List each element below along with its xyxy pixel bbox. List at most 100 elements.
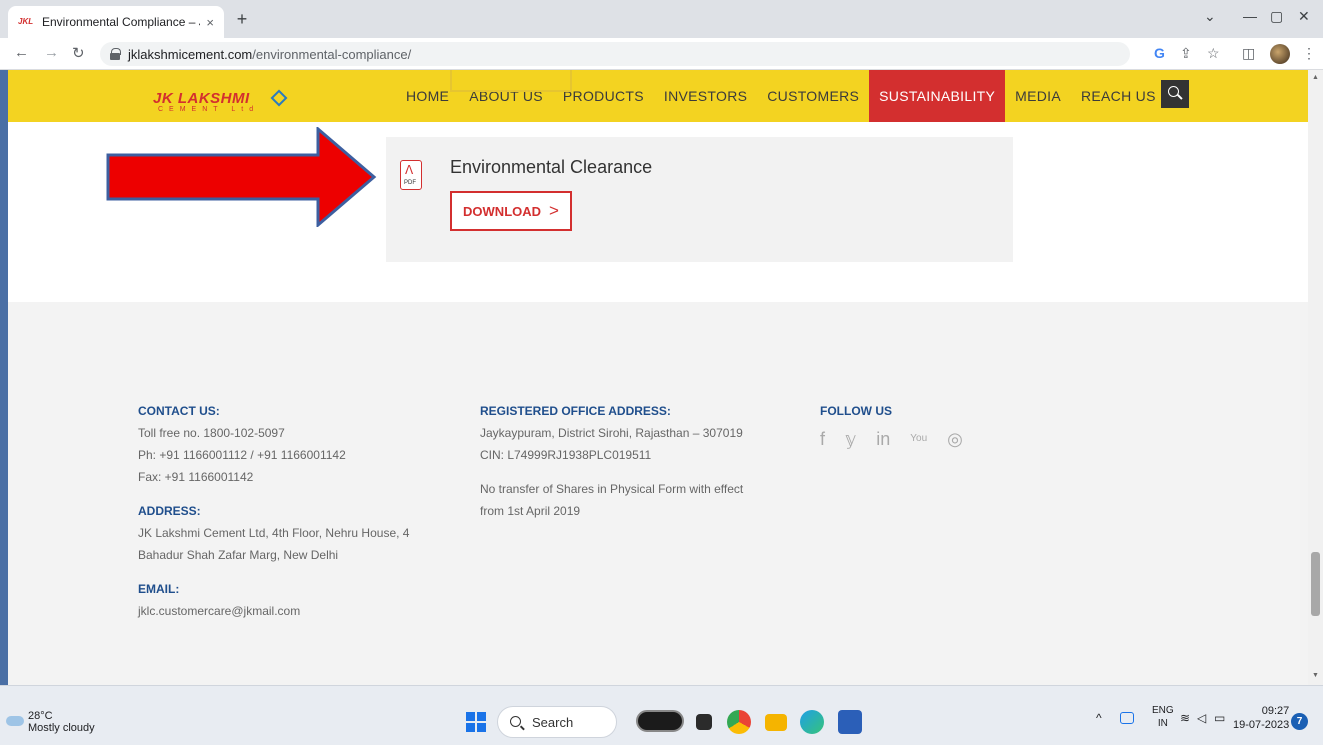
document-title: Environmental Clearance xyxy=(450,157,653,177)
nav-customers[interactable]: CUSTOMERS xyxy=(757,70,869,122)
minimize-icon[interactable]: — xyxy=(1243,8,1257,24)
logo-diamond-icon xyxy=(270,89,288,107)
chrome-app-icon[interactable] xyxy=(727,710,751,734)
site-logo[interactable]: JK LAKSHMI xyxy=(153,90,250,107)
google-icon[interactable]: G xyxy=(1154,45,1165,61)
start-tile xyxy=(466,723,475,732)
nav-reach-us[interactable]: REACH US xyxy=(1071,70,1166,122)
browser-tab[interactable]: JKL Environmental Compliance – JK L × xyxy=(8,6,224,38)
back-arrow-icon[interactable]: ← xyxy=(14,44,29,61)
site-favicon-icon: JKL xyxy=(18,17,34,26)
browser-tab-bar: JKL Environmental Compliance – JK L × + … xyxy=(0,0,1323,38)
nav-investors[interactable]: INVESTORS xyxy=(654,70,757,122)
start-tile xyxy=(477,712,486,721)
page-scrollbar[interactable]: ▲ ▼ xyxy=(1308,70,1323,685)
weather-condition: Mostly cloudy xyxy=(28,722,95,734)
address-line-1: JK Lakshmi Cement Ltd, 4th Floor, Nehru … xyxy=(138,526,410,540)
taskbar-search[interactable]: Search xyxy=(497,706,617,738)
widgets-app-icon[interactable] xyxy=(636,710,684,732)
email-link[interactable]: jklc.customercare@jkmail.com xyxy=(138,600,438,622)
wifi-icon[interactable]: ≋ xyxy=(1180,711,1190,725)
forward-arrow-icon[interactable]: → xyxy=(44,44,59,61)
reload-icon[interactable]: ↻ xyxy=(72,44,85,62)
download-button[interactable]: DOWNLOAD > xyxy=(450,191,572,231)
scroll-down-icon[interactable]: ▼ xyxy=(1312,672,1319,679)
system-clock[interactable]: 09:27 19-07-2023 xyxy=(1233,704,1289,732)
site-header: JK LAKSHMI CEMENT Ltd HOME ABOUT US PROD… xyxy=(8,70,1308,122)
registered-line-2: CIN: L74999RJ1938PLC019511 xyxy=(480,448,652,462)
youtube-icon[interactable]: You xyxy=(910,428,927,450)
onedrive-icon[interactable] xyxy=(1120,712,1134,724)
temperature: 28°C xyxy=(28,710,53,722)
follow-heading: FOLLOW US xyxy=(820,404,892,418)
word-app-icon[interactable] xyxy=(838,710,862,734)
close-window-icon[interactable]: ✕ xyxy=(1298,8,1310,25)
red-pointer-arrow-icon xyxy=(106,127,377,227)
language-indicator[interactable]: ENG IN xyxy=(1152,704,1174,730)
address-heading: ADDRESS: xyxy=(138,504,201,518)
tray-chevron-icon[interactable]: ^ xyxy=(1096,711,1102,725)
registered-heading: REGISTERED OFFICE ADDRESS: xyxy=(480,404,671,418)
weather-widget[interactable]: 28°C Mostly cloudy xyxy=(28,710,95,734)
menu-dots-icon[interactable]: ⋮ xyxy=(1302,45,1316,62)
search-icon-handle xyxy=(1177,94,1183,100)
tab-close-icon[interactable]: × xyxy=(206,15,214,30)
lock-icon[interactable] xyxy=(110,48,121,60)
star-icon[interactable]: ☆ xyxy=(1207,45,1220,62)
url-host: jklakshmicement.com xyxy=(128,46,253,62)
pdf-file-icon: ⴷ PDF xyxy=(400,160,422,190)
file-explorer-icon[interactable] xyxy=(765,714,787,731)
pdf-label: PDF xyxy=(404,180,416,186)
linkedin-icon[interactable]: in xyxy=(876,428,890,450)
search-icon xyxy=(510,716,521,727)
footer-follow-column: FOLLOW US f 𝕪 in You ◎ xyxy=(820,400,1040,450)
url-path: /environmental-compliance/ xyxy=(252,46,412,62)
download-label: DOWNLOAD xyxy=(463,203,542,219)
twitter-icon[interactable]: 𝕪 xyxy=(845,428,856,450)
start-tile xyxy=(466,712,475,721)
chevron-right-icon: > xyxy=(549,201,559,220)
volume-icon[interactable]: ◁ xyxy=(1197,711,1206,725)
fax-line: Fax: +91 1166001142 xyxy=(138,470,254,484)
address-bar[interactable]: jklakshmicement.com/environmental-compli… xyxy=(100,42,1130,66)
taskbar-search-label: Search xyxy=(532,714,574,730)
notice-line-2: from 1st April 2019 xyxy=(480,504,581,518)
contact-heading: CONTACT US: xyxy=(138,404,220,418)
instagram-icon[interactable]: ◎ xyxy=(947,428,963,450)
weather-cloud-icon[interactable] xyxy=(6,716,24,726)
scrollbar-thumb[interactable] xyxy=(1311,552,1320,616)
tab-search-chevron-icon[interactable]: ⌄ xyxy=(1204,8,1216,25)
edge-app-icon[interactable] xyxy=(800,710,824,734)
sidepanel-icon[interactable]: ◫ xyxy=(1242,45,1255,62)
facebook-icon[interactable]: f xyxy=(820,428,825,450)
share-icon[interactable]: ⇪ xyxy=(1180,45,1192,62)
address-line-2: Bahadur Shah Zafar Marg, New Delhi xyxy=(138,548,339,562)
windows-start-icon[interactable] xyxy=(466,712,486,732)
language-code: ENG xyxy=(1152,705,1174,716)
notice-line-1: No transfer of Shares in Physical Form w… xyxy=(480,482,744,496)
clock-time: 09:27 xyxy=(1261,705,1290,717)
email-heading: EMAIL: xyxy=(138,582,180,596)
scroll-up-icon[interactable]: ▲ xyxy=(1312,74,1319,81)
windows-taskbar: 28°C Mostly cloudy Search ^ ENG IN ≋ ◁ ▭… xyxy=(0,685,1323,745)
registered-line-1: Jaykaypuram, District Sirohi, Rajasthan … xyxy=(480,426,743,440)
new-tab-button[interactable]: + xyxy=(232,10,252,30)
footer-registered-column: REGISTERED OFFICE ADDRESS: Jaykaypuram, … xyxy=(480,400,780,522)
start-tile xyxy=(477,723,486,732)
region-code: IN xyxy=(1157,718,1168,729)
tab-title: Environmental Compliance – JK L xyxy=(42,15,200,29)
site-logo-sub: CEMENT Ltd xyxy=(158,106,260,113)
maximize-icon[interactable]: ▢ xyxy=(1270,8,1283,25)
profile-avatar[interactable] xyxy=(1270,44,1290,64)
clock-date: 19-07-2023 xyxy=(1233,719,1290,731)
phone-line: Ph: +91 1166001112 / +91 1166001142 xyxy=(138,448,346,462)
nav-sustainability[interactable]: SUSTAINABILITY xyxy=(869,70,1006,122)
nav-media[interactable]: MEDIA xyxy=(1005,70,1071,122)
previous-download-button-edge[interactable] xyxy=(450,70,572,92)
toll-free-line: Toll free no. 1800-102-5097 xyxy=(138,426,285,440)
task-view-icon[interactable] xyxy=(696,714,712,730)
battery-icon[interactable]: ▭ xyxy=(1214,711,1225,725)
footer-contact-column: CONTACT US: Toll free no. 1800-102-5097 … xyxy=(138,400,438,622)
notification-badge[interactable]: 7 xyxy=(1291,713,1308,730)
site-search-button[interactable] xyxy=(1161,80,1189,108)
